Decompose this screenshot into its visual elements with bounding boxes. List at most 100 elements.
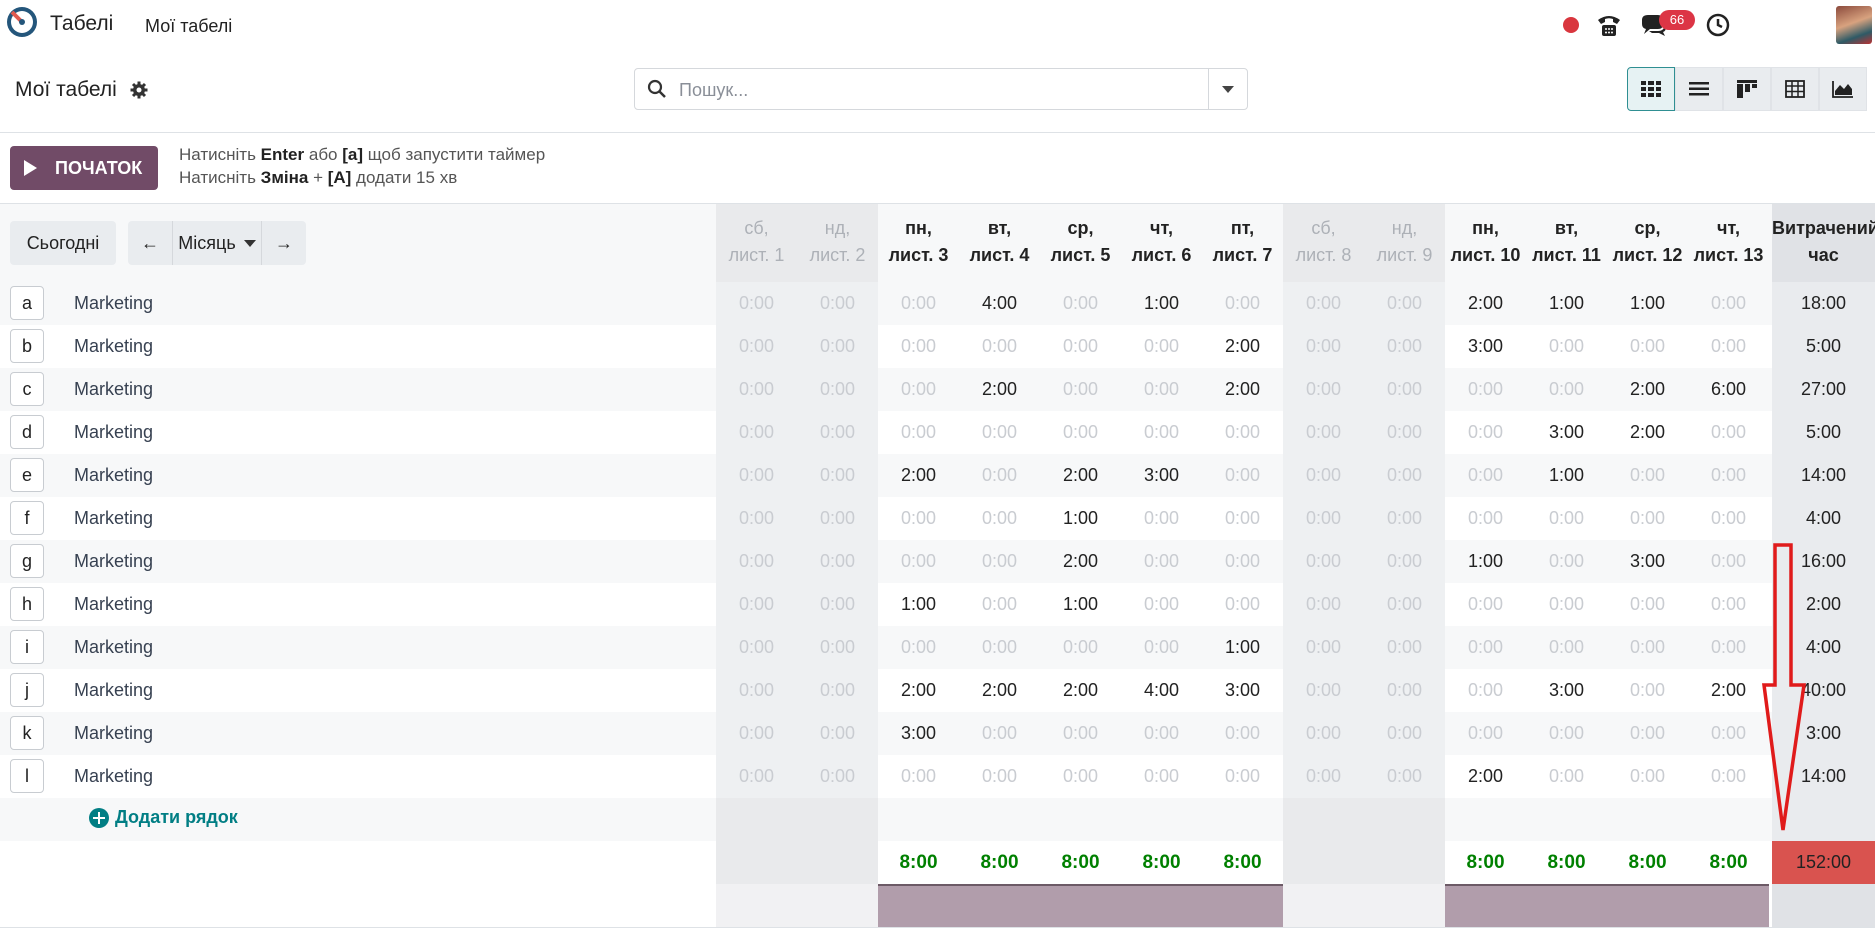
time-cell[interactable]: 2:00 — [1607, 368, 1688, 411]
time-cell[interactable]: 0:00 — [1283, 755, 1364, 798]
time-cell[interactable]: 0:00 — [1040, 368, 1121, 411]
time-cell[interactable]: 1:00 — [1526, 454, 1607, 497]
project-name[interactable]: Marketing — [74, 422, 153, 443]
time-cell[interactable]: 0:00 — [1364, 626, 1445, 669]
row-avatar[interactable]: k — [10, 716, 44, 750]
time-cell[interactable]: 1:00 — [1121, 282, 1202, 325]
time-cell[interactable]: 0:00 — [716, 325, 797, 368]
time-cell[interactable]: 1:00 — [1040, 497, 1121, 540]
time-cell[interactable]: 0:00 — [797, 626, 878, 669]
time-cell[interactable]: 0:00 — [1688, 411, 1769, 454]
time-cell[interactable]: 0:00 — [797, 454, 878, 497]
time-cell[interactable]: 4:00 — [959, 282, 1040, 325]
time-cell[interactable]: 0:00 — [1445, 712, 1526, 755]
time-cell[interactable]: 0:00 — [1202, 755, 1283, 798]
kanban-view-button[interactable] — [1723, 67, 1771, 111]
time-cell[interactable]: 0:00 — [1121, 712, 1202, 755]
time-cell[interactable]: 3:00 — [1202, 669, 1283, 712]
time-cell[interactable]: 0:00 — [959, 411, 1040, 454]
row-avatar[interactable]: f — [10, 501, 44, 535]
time-cell[interactable]: 2:00 — [1040, 669, 1121, 712]
time-cell[interactable]: 0:00 — [1121, 626, 1202, 669]
time-cell[interactable]: 3:00 — [878, 712, 959, 755]
project-name[interactable]: Marketing — [74, 551, 153, 572]
time-cell[interactable]: 0:00 — [1526, 497, 1607, 540]
time-cell[interactable]: 0:00 — [716, 540, 797, 583]
time-cell[interactable]: 0:00 — [1607, 755, 1688, 798]
time-cell[interactable]: 3:00 — [1526, 411, 1607, 454]
time-cell[interactable]: 0:00 — [1121, 583, 1202, 626]
time-cell[interactable]: 0:00 — [797, 325, 878, 368]
time-cell[interactable]: 0:00 — [716, 712, 797, 755]
time-cell[interactable]: 0:00 — [1607, 626, 1688, 669]
time-cell[interactable]: 0:00 — [1202, 454, 1283, 497]
time-cell[interactable]: 2:00 — [1445, 282, 1526, 325]
time-cell[interactable]: 2:00 — [959, 368, 1040, 411]
time-cell[interactable]: 0:00 — [1364, 368, 1445, 411]
grid-view-button[interactable] — [1627, 67, 1675, 111]
time-cell[interactable]: 0:00 — [1121, 368, 1202, 411]
range-dropdown[interactable]: Місяць — [173, 221, 261, 265]
time-cell[interactable]: 0:00 — [797, 411, 878, 454]
gear-icon[interactable] — [130, 81, 148, 99]
time-cell[interactable]: 2:00 — [1688, 669, 1769, 712]
time-cell[interactable]: 0:00 — [1364, 325, 1445, 368]
time-cell[interactable]: 0:00 — [1445, 368, 1526, 411]
time-cell[interactable]: 0:00 — [1445, 626, 1526, 669]
time-cell[interactable]: 0:00 — [1121, 325, 1202, 368]
time-cell[interactable]: 0:00 — [1283, 368, 1364, 411]
time-cell[interactable]: 0:00 — [1688, 454, 1769, 497]
project-name[interactable]: Marketing — [74, 594, 153, 615]
row-avatar[interactable]: g — [10, 544, 44, 578]
time-cell[interactable]: 0:00 — [1364, 755, 1445, 798]
time-cell[interactable]: 3:00 — [1445, 325, 1526, 368]
time-cell[interactable]: 0:00 — [1364, 497, 1445, 540]
time-cell[interactable]: 2:00 — [878, 454, 959, 497]
search-options-toggle[interactable] — [1208, 69, 1247, 109]
time-cell[interactable]: 1:00 — [1040, 583, 1121, 626]
time-cell[interactable]: 0:00 — [1364, 282, 1445, 325]
time-cell[interactable]: 0:00 — [878, 282, 959, 325]
time-cell[interactable]: 0:00 — [959, 712, 1040, 755]
time-cell[interactable]: 2:00 — [878, 669, 959, 712]
time-cell[interactable]: 0:00 — [1364, 411, 1445, 454]
time-cell[interactable]: 2:00 — [1040, 540, 1121, 583]
search-input[interactable] — [677, 75, 1201, 105]
time-cell[interactable]: 0:00 — [878, 755, 959, 798]
time-cell[interactable]: 0:00 — [797, 583, 878, 626]
time-cell[interactable]: 0:00 — [797, 282, 878, 325]
app-name[interactable]: Табелі — [50, 12, 113, 36]
project-name[interactable]: Marketing — [74, 336, 153, 357]
time-cell[interactable]: 0:00 — [1364, 669, 1445, 712]
time-cell[interactable]: 0:00 — [959, 497, 1040, 540]
row-avatar[interactable]: h — [10, 587, 44, 621]
time-cell[interactable]: 0:00 — [878, 411, 959, 454]
time-cell[interactable]: 0:00 — [1688, 282, 1769, 325]
time-cell[interactable]: 0:00 — [1283, 282, 1364, 325]
time-cell[interactable]: 0:00 — [1364, 540, 1445, 583]
time-cell[interactable]: 0:00 — [1040, 755, 1121, 798]
today-button[interactable]: Сьогодні — [10, 221, 116, 265]
time-cell[interactable]: 0:00 — [959, 454, 1040, 497]
time-cell[interactable]: 0:00 — [716, 497, 797, 540]
time-cell[interactable]: 0:00 — [1283, 583, 1364, 626]
project-name[interactable]: Marketing — [74, 293, 153, 314]
time-cell[interactable]: 0:00 — [797, 497, 878, 540]
time-cell[interactable]: 0:00 — [797, 755, 878, 798]
time-cell[interactable]: 0:00 — [1688, 325, 1769, 368]
time-cell[interactable]: 0:00 — [1202, 583, 1283, 626]
time-cell[interactable]: 0:00 — [716, 583, 797, 626]
time-cell[interactable]: 1:00 — [1202, 626, 1283, 669]
time-cell[interactable]: 0:00 — [1121, 755, 1202, 798]
time-cell[interactable]: 0:00 — [1607, 583, 1688, 626]
time-cell[interactable]: 0:00 — [1526, 583, 1607, 626]
time-cell[interactable]: 0:00 — [1283, 411, 1364, 454]
row-avatar[interactable]: b — [10, 329, 44, 363]
time-cell[interactable]: 0:00 — [1526, 368, 1607, 411]
time-cell[interactable]: 0:00 — [1202, 540, 1283, 583]
time-cell[interactable]: 0:00 — [959, 583, 1040, 626]
time-cell[interactable]: 2:00 — [1445, 755, 1526, 798]
time-cell[interactable]: 0:00 — [1202, 497, 1283, 540]
time-cell[interactable]: 0:00 — [1526, 626, 1607, 669]
time-cell[interactable]: 0:00 — [959, 540, 1040, 583]
